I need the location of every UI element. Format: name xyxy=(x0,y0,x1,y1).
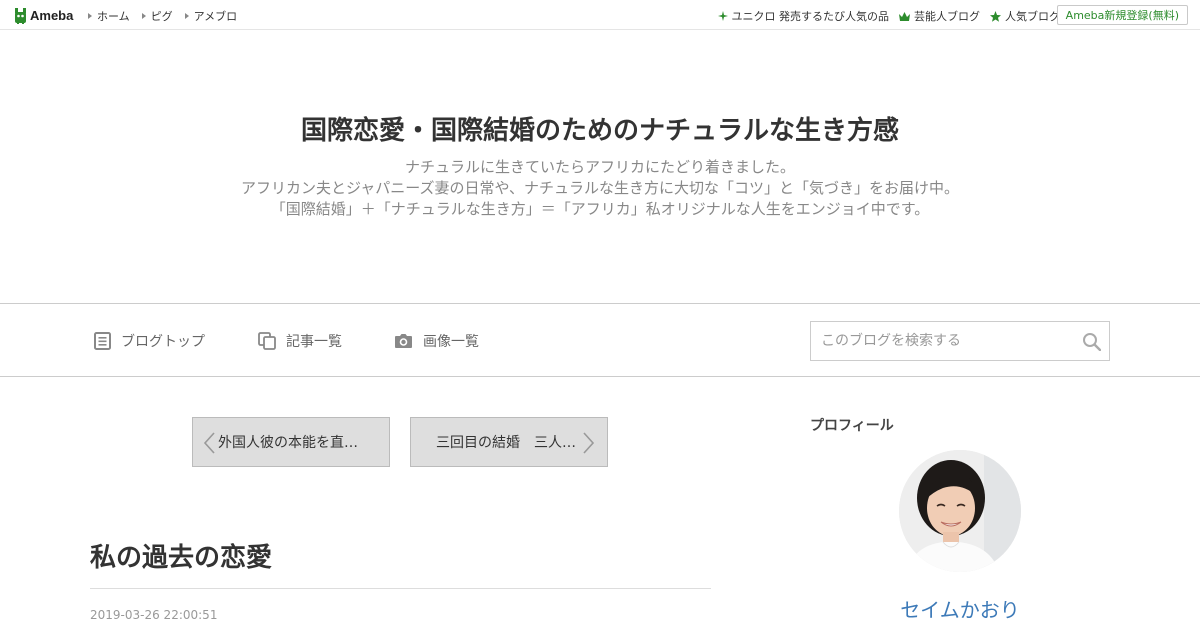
blog-description-line: アフリカン夫とジャパニーズ妻の日常や、ナチュラルな生き方に大切な「コツ」と「気づ… xyxy=(240,179,960,197)
person-photo-icon xyxy=(899,450,1021,572)
link-uniqlo[interactable]: ユニクロ 発売するたび人気の品 xyxy=(717,8,889,24)
blog-description-line: 「国際結婚」＋「ナチュラルな生き方」＝「アフリカ」私オリジナルな人生をエンジョイ… xyxy=(270,200,930,218)
nav-home[interactable]: ホーム xyxy=(88,8,130,24)
ameba-logo[interactable]: Ameba xyxy=(14,6,73,24)
camera-icon xyxy=(395,334,412,348)
blog-title[interactable]: 国際恋愛・国際結婚のためのナチュラルな生き方感 xyxy=(0,110,1200,147)
profile-heading: プロフィール xyxy=(810,418,894,434)
nav-pigg[interactable]: ピグ xyxy=(141,8,173,24)
blog-header: 国際恋愛・国際結婚のためのナチュラルな生き方感 ナチュラルに生きていたらアフリカ… xyxy=(0,30,1200,303)
image-list-link[interactable]: 画像一覧 xyxy=(394,331,479,351)
divider xyxy=(90,588,711,589)
chevron-left-icon xyxy=(203,432,215,454)
article-date: 2019-03-26 22:00:51 xyxy=(90,608,218,622)
profile-name[interactable]: セイムかおり xyxy=(810,594,1110,623)
triangle-right-icon xyxy=(184,13,189,19)
blog-search xyxy=(810,321,1110,361)
copy-icon xyxy=(258,332,276,350)
article-title[interactable]: 私の過去の恋愛 xyxy=(90,537,272,574)
blog-description: ナチュラルに生きていたらアフリカにたどり着きました。 アフリカン夫とジャパニーズ… xyxy=(0,157,1200,220)
article-list-link[interactable]: 記事一覧 xyxy=(258,331,342,351)
logo-text: Ameba xyxy=(30,7,74,23)
link-popular-blog[interactable]: 人気ブログ xyxy=(990,8,1060,24)
prev-article-button[interactable]: 外国人彼の本能を直… xyxy=(192,417,390,467)
signup-button[interactable]: Ameba新規登録(無料) xyxy=(1056,5,1188,25)
featured-links: ユニクロ 発売するたび人気の品 芸能人ブログ 人気ブログ xyxy=(717,8,1060,24)
crown-icon xyxy=(899,11,910,21)
blog-search-input[interactable] xyxy=(811,322,1061,360)
ameba-mascot-icon xyxy=(15,7,26,24)
next-article-label: 三回目の結婚 三人… xyxy=(436,435,576,451)
blog-nav: ブログトップ 記事一覧 画像一覧 xyxy=(0,303,1200,377)
triangle-right-icon xyxy=(88,13,92,19)
profile-avatar[interactable] xyxy=(899,450,1021,572)
link-celebrity-blog[interactable]: 芸能人ブログ xyxy=(899,8,980,24)
blog-top-link[interactable]: ブログトップ xyxy=(94,331,205,351)
blog-description-line: ナチュラルに生きていたらアフリカにたどり着きました。 xyxy=(404,158,795,176)
nav-ameblo[interactable]: アメブロ xyxy=(184,8,237,24)
chevron-right-icon xyxy=(583,432,595,454)
prev-article-label: 外国人彼の本能を直… xyxy=(218,435,358,451)
sparkle-icon xyxy=(717,11,728,21)
next-article-button[interactable]: 三回目の結婚 三人… xyxy=(410,417,608,467)
global-nav: ホーム ピグ アメブロ xyxy=(88,8,237,24)
triangle-right-icon xyxy=(141,13,146,19)
document-icon xyxy=(94,332,111,350)
star-icon xyxy=(990,10,1001,22)
search-icon[interactable] xyxy=(1082,332,1101,351)
global-header: Ameba ホーム ピグ アメブロ ユニクロ 発売するたび人気の品 芸能人ブログ… xyxy=(0,0,1200,30)
